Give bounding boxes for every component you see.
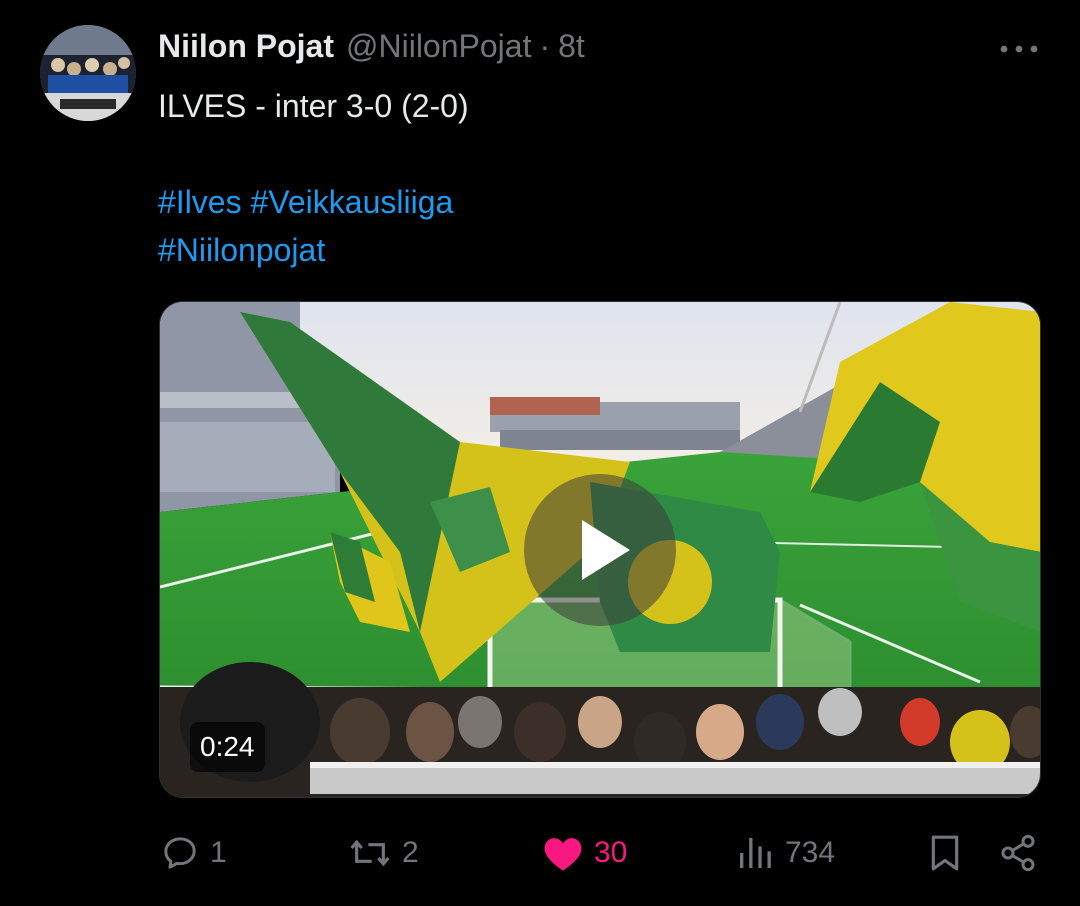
action-bar: 1 2 30 734	[0, 820, 1080, 886]
play-icon	[582, 520, 630, 580]
like-button[interactable]: 30	[542, 828, 627, 878]
hashtag-veikkausliiga[interactable]: #Veikkausliiga	[250, 184, 453, 220]
hashtag-niilonpojat[interactable]: #Niilonpojat	[158, 232, 325, 268]
hashtag-line: #Niilonpojat	[158, 226, 469, 274]
avatar-image	[40, 25, 136, 121]
bookmark-button[interactable]	[925, 828, 965, 878]
share-icon	[1001, 834, 1035, 872]
repost-count: 2	[402, 836, 419, 869]
separator-dot: ·	[539, 28, 551, 64]
post-time[interactable]: 8t	[558, 28, 585, 65]
author-name[interactable]: Niilon Pojat	[158, 28, 334, 65]
views-count: 734	[785, 836, 836, 869]
tweet-header: Niilon Pojat @NiilonPojat · 8t	[158, 28, 585, 70]
hashtag-ilves[interactable]: #Ilves	[158, 184, 242, 220]
hashtag-line: #Ilves #Veikkausliiga	[158, 178, 469, 226]
avatar[interactable]	[40, 25, 136, 121]
like-count: 30	[594, 836, 628, 869]
views-button[interactable]: 734	[735, 828, 835, 878]
heart-icon	[544, 838, 582, 871]
bookmark-icon	[931, 835, 959, 871]
views-icon	[740, 838, 771, 868]
reply-count: 1	[210, 836, 227, 869]
video-player[interactable]: 0:24	[159, 301, 1041, 798]
author-handle[interactable]: @NiilonPojat	[346, 28, 531, 65]
reply-button[interactable]: 1	[160, 828, 227, 878]
reply-icon	[164, 837, 196, 869]
tweet-text-line: ILVES - inter 3-0 (2-0)	[158, 88, 469, 124]
repost-icon	[350, 839, 390, 867]
more-options-icon[interactable]	[996, 36, 1042, 62]
video-duration: 0:24	[190, 722, 265, 772]
share-button[interactable]	[998, 828, 1038, 878]
tweet-text: ILVES - inter 3-0 (2-0) #Ilves #Veikkaus…	[158, 82, 469, 274]
repost-button[interactable]: 2	[348, 828, 419, 878]
play-button[interactable]	[524, 474, 676, 626]
